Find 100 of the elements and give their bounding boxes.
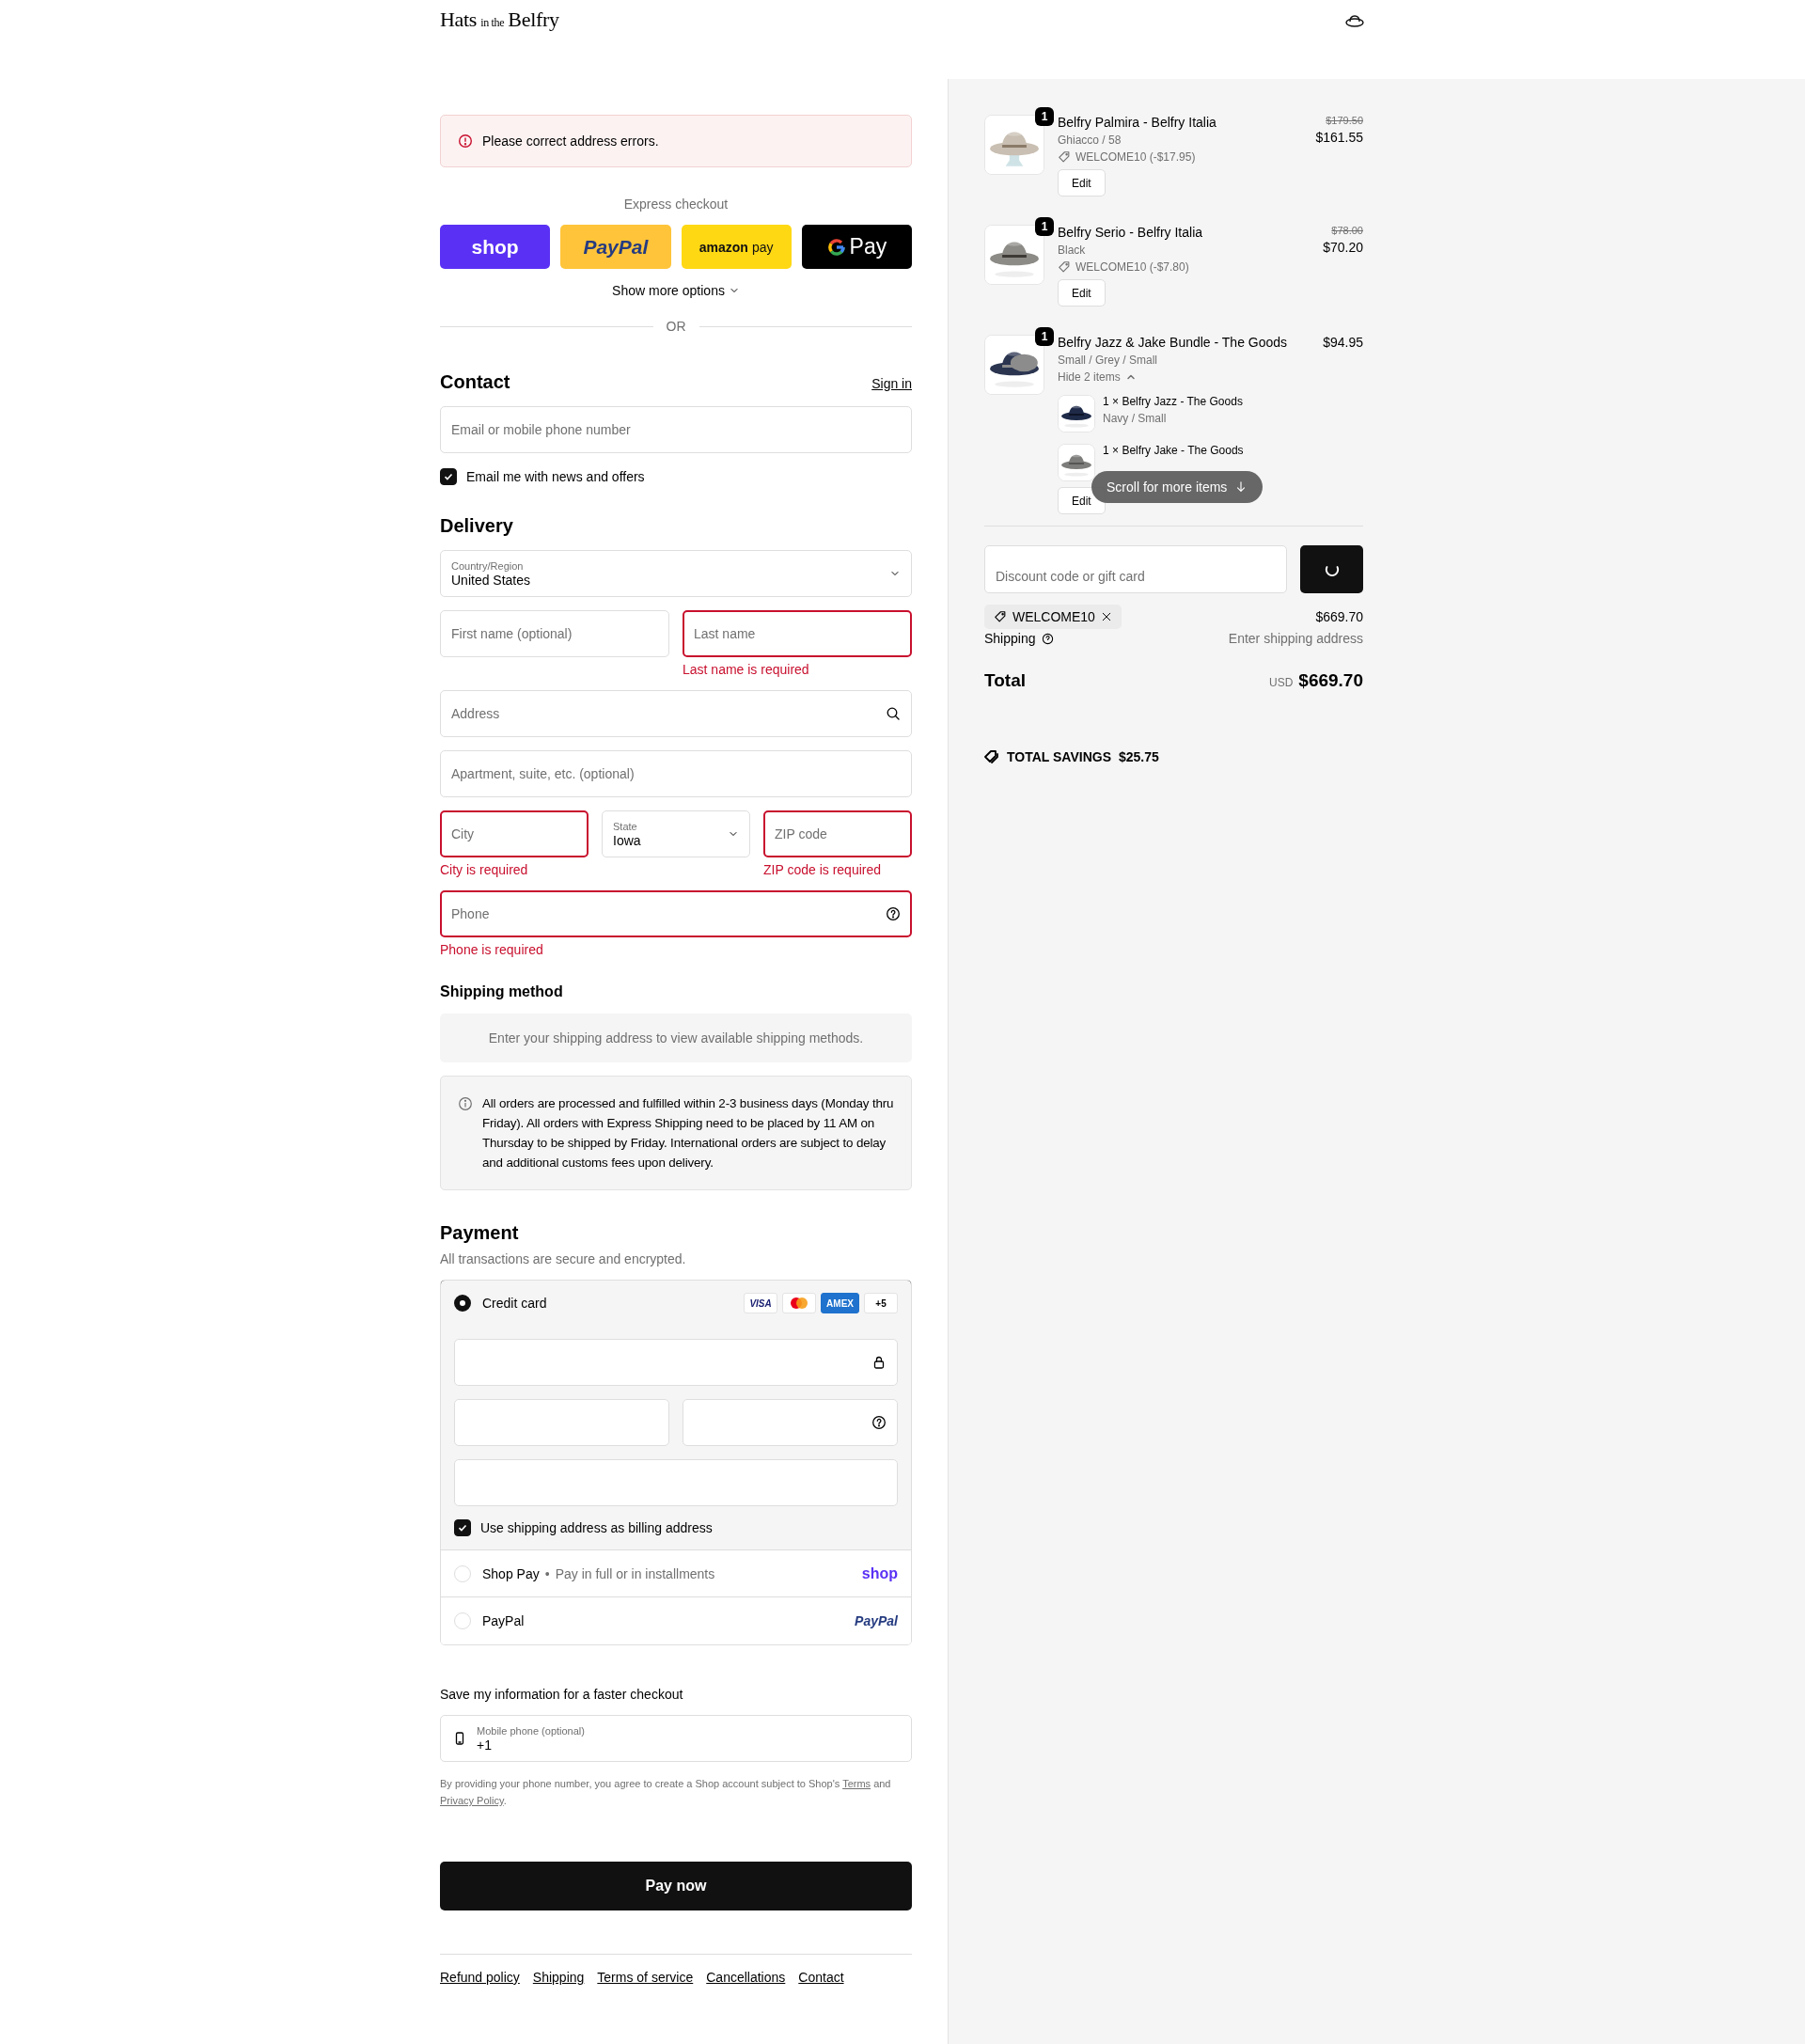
bundle-item-name: 1 × Belfry Jazz - The Goods: [1103, 395, 1243, 408]
input-field[interactable]: City: [440, 810, 589, 857]
footer-link[interactable]: Terms of service: [597, 1970, 694, 1985]
card-brand-logo: AMEX: [821, 1293, 859, 1313]
original-price: $179.50: [1326, 115, 1363, 126]
store-logo[interactable]: Hats in the Belfry: [440, 8, 559, 32]
input-field[interactable]: ZIP code: [763, 810, 912, 857]
payment-logo: shop: [861, 1564, 898, 1582]
quantity-badge: 1: [1035, 217, 1054, 236]
discount-label: WELCOME10 (-$7.80): [1075, 260, 1189, 274]
error-message: ZIP code is required: [763, 862, 883, 877]
product-variant: Black: [1058, 244, 1087, 257]
section-title: Shipping method: [440, 983, 563, 1000]
product-variant: Small / Grey / Small: [1058, 354, 1159, 367]
hat-icon[interactable]: [1344, 13, 1365, 30]
option-label: Credit card: [482, 1296, 547, 1311]
more-brands-count: +5: [864, 1293, 898, 1313]
help-icon: [1041, 632, 1054, 645]
card-input-field[interactable]: [683, 1399, 898, 1446]
savings-label: TOTAL SAVINGS: [1007, 749, 1111, 764]
section-title: Payment: [440, 1222, 519, 1244]
divider-label: OR: [666, 319, 686, 334]
alert-icon: [458, 134, 473, 149]
phone-field[interactable]: Mobile phone (optional) +1: [440, 1715, 912, 1762]
google-g-icon: [826, 237, 846, 257]
scroll-hint-toast[interactable]: Scroll for more items: [1091, 471, 1264, 503]
payment-logo: PayPal: [855, 1613, 898, 1628]
card-brand-logo: VISA: [744, 1293, 778, 1313]
price: $94.95: [1323, 335, 1363, 350]
edit-button[interactable]: Edit: [1058, 279, 1106, 307]
shipping-value: Enter shipping address: [1228, 631, 1363, 646]
toggle-items-button[interactable]: Hide 2 items: [1058, 370, 1137, 384]
product-name: Belfry Palmira - Belfry Italia: [1058, 115, 1217, 130]
remove-button[interactable]: [1100, 611, 1112, 622]
search-icon: [886, 706, 901, 721]
tag-icon: [1058, 150, 1071, 164]
price: $161.55: [1315, 130, 1363, 145]
product-name: Belfry Jazz & Jake Bundle - The Goods: [1058, 335, 1289, 350]
tag-icon: [1058, 260, 1071, 274]
card-input-field[interactable]: [454, 1399, 669, 1446]
radio-button[interactable]: [454, 1295, 471, 1312]
card-input-field[interactable]: [454, 1459, 898, 1506]
pay-now-button[interactable]: Pay now: [440, 1862, 912, 1910]
product-name: Belfry Serio - Belfry Italia: [1058, 225, 1204, 240]
error-message: City is required: [440, 862, 529, 877]
footer-link[interactable]: Refund policy: [440, 1970, 520, 1985]
shipping-label: Shipping: [984, 631, 1036, 646]
apply-button[interactable]: [1300, 545, 1363, 593]
select-field[interactable]: State Iowa: [602, 810, 750, 857]
shipping-message: Enter your shipping address to view available shipping methods.: [440, 1014, 912, 1062]
card-input-field[interactable]: [454, 1339, 898, 1386]
show-more-button[interactable]: Show more options: [610, 281, 742, 300]
lock-icon: [871, 1355, 887, 1370]
subtotal-amount: $669.70: [1315, 609, 1363, 624]
discount-field[interactable]: Discount code or gift card: [984, 545, 1287, 593]
separator: •: [544, 1565, 550, 1581]
checkbox[interactable]: [454, 1519, 471, 1536]
paypal-button[interactable]: PayPal: [560, 225, 671, 269]
currency-code: USD: [1268, 676, 1294, 689]
option-label: Shop Pay: [482, 1565, 540, 1581]
option-label: PayPal: [482, 1613, 525, 1628]
sign-in-link[interactable]: Sign in: [871, 376, 912, 391]
gpay-button[interactable]: Pay: [801, 225, 912, 269]
checkbox[interactable]: [440, 468, 457, 485]
section-subtitle: All transactions are secure and encrypted.: [440, 1251, 687, 1266]
disclaimer-text: By providing your phone number, you agree to create a Shop account subject to Shop's Terms and Privacy Policy.: [440, 1777, 892, 1808]
payment-option[interactable]: Credit card VISA AMEX +5: [441, 1281, 911, 1327]
footer-link[interactable]: Shipping: [532, 1970, 585, 1985]
product-variant: Ghiacco / 58: [1058, 134, 1122, 147]
discount-label: WELCOME10 (-$17.95): [1075, 150, 1196, 164]
info-icon: [458, 1096, 473, 1111]
original-price: $78.00: [1331, 225, 1363, 236]
error-message: Phone is required: [440, 942, 544, 957]
footer-link[interactable]: Contact: [798, 1970, 844, 1985]
footer-link[interactable]: Cancellations: [706, 1970, 786, 1985]
section-title: Save my information for a faster checkout: [440, 1687, 684, 1702]
section-title: Contact: [440, 371, 510, 393]
tags-icon: [984, 749, 999, 764]
amazon-button[interactable]: amazon pay: [681, 225, 792, 269]
alert-message: Please correct address errors.: [482, 134, 659, 149]
input-field[interactable]: Last name: [683, 610, 912, 657]
text-link[interactable]: Privacy Policy: [440, 1795, 504, 1806]
section-title: Delivery: [440, 515, 513, 537]
help-icon: [871, 1415, 887, 1430]
text-link[interactable]: Terms: [842, 1778, 871, 1789]
input-field[interactable]: Phone: [440, 890, 912, 937]
savings-amount: $25.75: [1119, 749, 1159, 764]
close-icon: [1100, 611, 1112, 622]
edit-button[interactable]: Edit: [1058, 169, 1106, 197]
product-variant: Navy / Small: [1103, 412, 1168, 425]
select-field[interactable]: Country/Region United States: [440, 550, 912, 597]
section-label: Express checkout: [622, 197, 730, 212]
option-detail: Pay in full or in installments: [555, 1565, 715, 1581]
notice-text: All orders are processed and fulfilled within 2-3 business days (Monday thru Friday). All orders with Express Shipping need to be placed by 11 AM on Thursday to be shipped by Friday. International orders are subject to delay and additional customs fees upon delivery.: [482, 1095, 895, 1171]
shop-button[interactable]: shop: [440, 225, 551, 269]
help-icon: [886, 906, 901, 921]
quantity-badge: 1: [1035, 327, 1054, 346]
edit-button[interactable]: Edit: [1058, 487, 1106, 514]
checkbox-label: Use shipping address as billing address: [480, 1520, 713, 1535]
total-label: Total: [984, 670, 1026, 691]
